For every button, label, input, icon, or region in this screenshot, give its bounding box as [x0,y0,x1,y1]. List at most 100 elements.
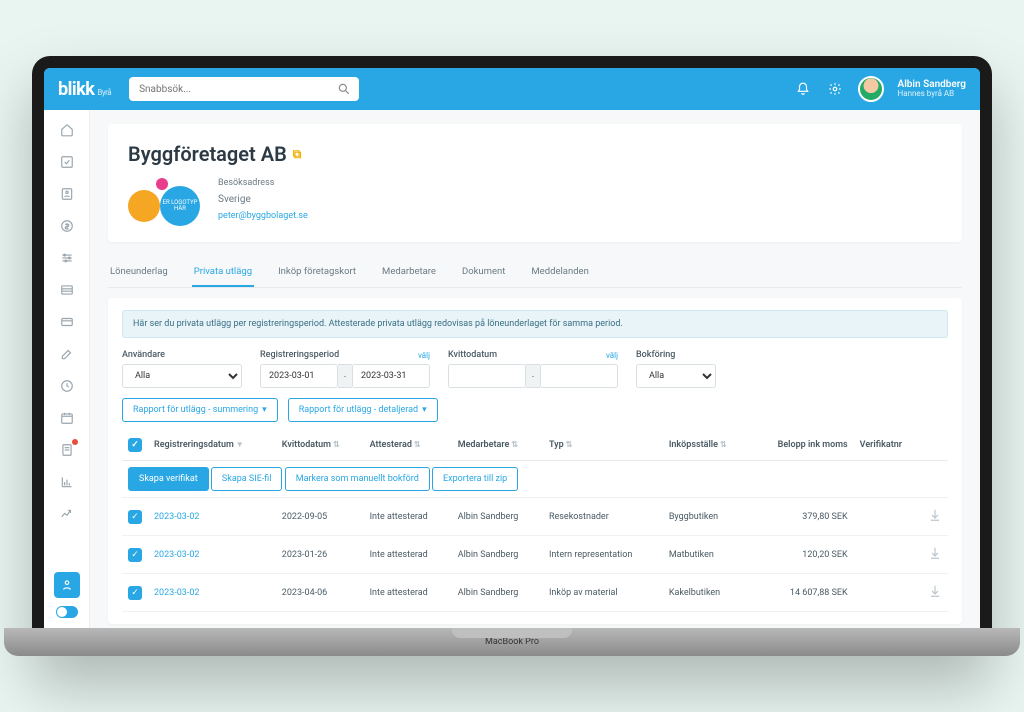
user-block[interactable]: Albin Sandberg Hannes byrå AB [898,79,966,99]
table-row[interactable]: ✓ 2023-03-02 2023-01-26 Inte attesterad … [122,536,948,574]
avatar[interactable] [858,76,884,102]
period-to-input[interactable] [352,364,430,388]
table-row[interactable]: ✓ 2023-03-02 2023-04-06 Inte attesterad … [122,574,948,612]
main-content: Byggföretaget AB ⧉ ER LOGOTYP HÄR Besöks… [90,110,980,628]
cell-receipt: 2023-01-26 [276,536,364,574]
col-store[interactable]: Inköpsställe⇅ [663,430,751,461]
clock-icon[interactable] [57,376,77,396]
company-country: Sverige [218,194,308,205]
cell-reg: 2023-03-02 [148,536,276,574]
filter-user-select[interactable]: Alla [122,364,242,388]
table-icon[interactable] [57,280,77,300]
topbar: blikk Byrå Albin Sandberg Hann [44,68,980,110]
select-all-checkbox[interactable]: ✓ [128,438,142,452]
cell-verif [854,574,922,612]
tab-meddelanden[interactable]: Meddelanden [529,258,590,287]
info-banner: Här ser du privata utlägg per registreri… [122,310,948,338]
receipt-from-input[interactable] [448,364,526,388]
col-type[interactable]: Typ⇅ [543,430,663,461]
check-icon[interactable] [57,152,77,172]
col-receipt[interactable]: Kvittodatum⇅ [276,430,364,461]
search-input[interactable] [129,77,359,101]
filter-receipt-label: Kvittodatum [448,350,497,360]
brand-suffix: Byrå [97,88,111,97]
theme-toggle[interactable] [56,606,78,618]
filter-period-label: Registreringsperiod [260,350,339,360]
download-icon[interactable] [922,536,948,574]
company-card: Byggföretaget AB ⧉ ER LOGOTYP HÄR Besöks… [108,124,962,242]
row-checkbox[interactable]: ✓ [128,510,142,524]
cell-store: Matbutiken [663,536,751,574]
table-row[interactable]: ✓ 2023-03-02 2022-09-05 Inte attesterad … [122,498,948,536]
create-sie-button[interactable]: Skapa SIE-fil [211,467,283,491]
period-from-input[interactable] [260,364,338,388]
trend-icon[interactable] [57,504,77,524]
col-verif[interactable]: Verifikatnr [854,430,922,461]
period-choose-link[interactable]: välj [418,351,430,360]
col-attest[interactable]: Attesterad⇅ [364,430,452,461]
cell-receipt: 2022-09-05 [276,498,364,536]
cell-attest: Inte attesterad [364,574,452,612]
company-email[interactable]: peter@byggbolaget.se [218,211,308,221]
cell-reg: 2023-03-02 [148,498,276,536]
chart-icon[interactable] [57,472,77,492]
laptop-base: MacBook Pro [4,628,1020,656]
cell-store: Byggbutiken [663,498,751,536]
download-icon[interactable] [922,574,948,612]
filter-booking-label: Bokföring [636,350,716,360]
export-zip-button[interactable]: Exportera till zip [432,467,518,491]
download-icon[interactable] [922,498,948,536]
admin-icon[interactable] [54,572,80,598]
expenses-table: ✓ Registreringsdatum▼ Kvittodatum⇅ Attes… [122,430,948,612]
home-icon[interactable] [57,120,77,140]
tab-privata-utlägg[interactable]: Privata utlägg [192,258,254,287]
report-summary-button[interactable]: Rapport för utlägg - summering ▾ [122,398,278,422]
col-reg[interactable]: Registreringsdatum▼ [148,430,276,461]
company-logo: ER LOGOTYP HÄR [128,178,200,224]
calendar-icon[interactable] [57,408,77,428]
row-checkbox[interactable]: ✓ [128,586,142,600]
cell-employee: Albin Sandberg [452,536,543,574]
cell-amount: 14 607,88 SEK [751,574,854,612]
bulk-action-row: Skapa verifikat Skapa SIE-fil Markera so… [122,461,948,498]
row-checkbox[interactable]: ✓ [128,548,142,562]
card-icon[interactable] [57,312,77,332]
tab-inköp-företagskort[interactable]: Inköp företagskort [276,258,358,287]
report-detail-button[interactable]: Rapport för utlägg - detaljerad ▾ [288,398,438,422]
receipt-choose-link[interactable]: välj [606,351,618,360]
create-verif-button[interactable]: Skapa verifikat [128,467,209,491]
tab-dokument[interactable]: Dokument [460,258,507,287]
cell-reg: 2023-03-02 [148,574,276,612]
sidenav [44,110,90,628]
expenses-panel: Här ser du privata utlägg per registreri… [108,298,962,624]
address-label: Besöksadress [218,178,308,188]
bell-icon[interactable] [794,80,812,98]
gear-icon[interactable] [826,80,844,98]
col-amount[interactable]: Belopp ink moms [751,430,854,461]
cell-amount: 379,80 SEK [751,498,854,536]
filter-user-label: Användare [122,350,242,360]
page-title: Byggföretaget AB [128,142,287,166]
cell-employee: Albin Sandberg [452,574,543,612]
cell-employee: Albin Sandberg [452,498,543,536]
cell-attest: Inte attesterad [364,498,452,536]
cell-verif [854,536,922,574]
col-employee[interactable]: Medarbetare⇅ [452,430,543,461]
cell-type: Resekostnader [543,498,663,536]
tab-medarbetare[interactable]: Medarbetare [380,258,438,287]
filter-booking-select[interactable]: Alla [636,364,716,388]
tabs: Löneunderlag Privata utlägg Inköp företags… [108,258,962,288]
dollar-icon[interactable] [57,216,77,236]
cell-attest: Inte attesterad [364,536,452,574]
tab-löneunderlag[interactable]: Löneunderlag [108,258,170,287]
cell-receipt: 2023-04-06 [276,574,364,612]
receipt-to-input[interactable] [540,364,618,388]
cell-store: Kakelbutiken [663,574,751,612]
edit-icon[interactable] [57,344,77,364]
sliders-icon[interactable] [57,248,77,268]
search-icon[interactable] [337,82,351,99]
mark-manual-button[interactable]: Markera som manuellt bokförd [285,467,430,491]
link-icon: ⧉ [293,147,302,162]
user-icon[interactable] [57,184,77,204]
note-icon[interactable] [57,440,77,460]
